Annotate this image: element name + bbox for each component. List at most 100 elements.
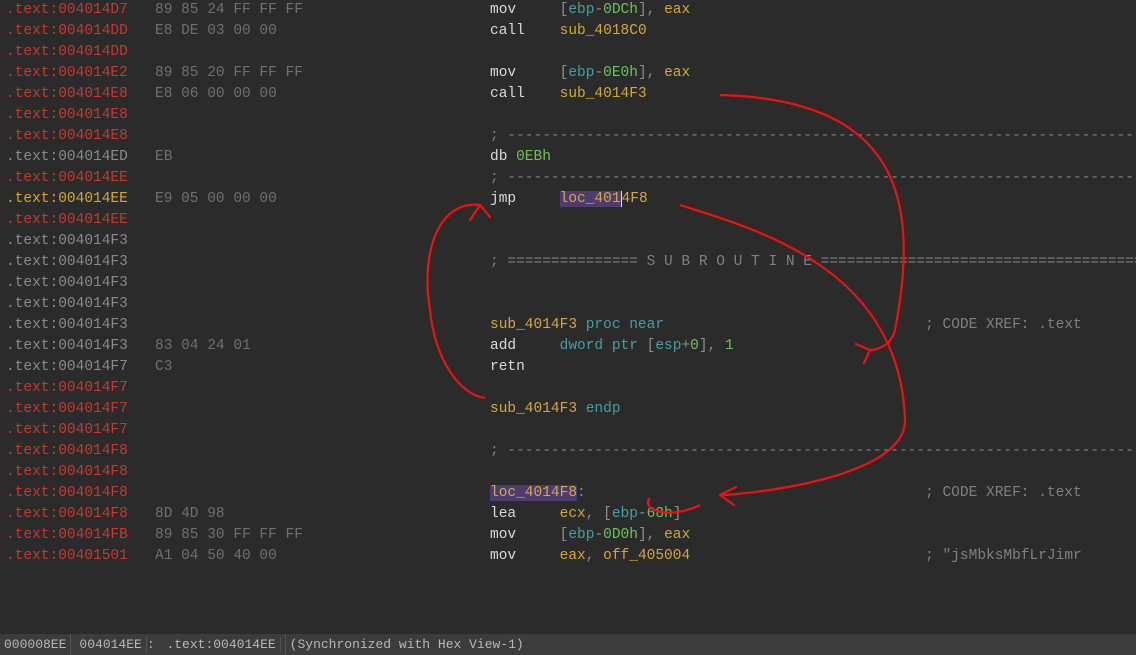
- bytes-cell: [155, 231, 490, 252]
- bytes-cell: [155, 420, 490, 441]
- disasm-row[interactable]: .text:004014DD: [0, 42, 1136, 63]
- addr-cell: .text:004014F7: [0, 357, 155, 378]
- disasm-row[interactable]: .text:004014F7: [0, 378, 1136, 399]
- code-cell: mov [ebp-0E0h], eax: [490, 63, 1136, 84]
- bytes-cell: [155, 105, 490, 126]
- addr-cell: .text:004014F3: [0, 336, 155, 357]
- addr-cell: .text:004014DD: [0, 42, 155, 63]
- bytes-cell: 89 85 20 FF FF FF: [155, 63, 490, 84]
- addr-cell: .text:004014F3: [0, 252, 155, 273]
- code-cell: [490, 462, 1136, 483]
- code-cell: ; --------------------------------------…: [490, 168, 1136, 189]
- disasm-row[interactable]: .text:004014FB89 85 30 FF FF FFmov [ebp-…: [0, 525, 1136, 546]
- disasm-row[interactable]: .text:004014F8: [0, 462, 1136, 483]
- disasm-row[interactable]: .text:004014F3 ; =============== S U B R …: [0, 252, 1136, 273]
- disasm-row[interactable]: .text:004014F383 04 24 01add dword ptr […: [0, 336, 1136, 357]
- bytes-cell: 89 85 30 FF FF FF: [155, 525, 490, 546]
- xref-comment: ; "jsMbksMbfLrJimr: [925, 548, 1082, 564]
- code-cell: ; --------------------------------------…: [490, 441, 1136, 462]
- code-cell: mov eax, off_405004 ; "jsMbksMbfLrJimr: [490, 546, 1136, 567]
- disasm-row[interactable]: .text:004014D789 85 24 FF FF FFmov [ebp-…: [0, 0, 1136, 21]
- status-addr: 004014EE: .text:004014EE: [71, 634, 285, 655]
- disasm-row[interactable]: .text:004014DDE8 DE 03 00 00call sub_401…: [0, 21, 1136, 42]
- addr-cell: .text:004014F3: [0, 294, 155, 315]
- bytes-cell: [155, 462, 490, 483]
- bytes-cell: C3: [155, 357, 490, 378]
- bytes-cell: [155, 294, 490, 315]
- code-cell: loc_4014F8: ; CODE XREF: .text: [490, 483, 1136, 504]
- addr-cell: .text:004014FB: [0, 525, 155, 546]
- code-cell: jmp loc_4014F8: [490, 189, 1136, 210]
- code-cell: call sub_4018C0: [490, 21, 1136, 42]
- code-cell: call sub_4014F3: [490, 84, 1136, 105]
- code-cell: db 0EBh: [490, 147, 1136, 168]
- code-cell: mov [ebp-0DCh], eax: [490, 0, 1136, 21]
- code-cell: [490, 105, 1136, 126]
- addr-cell: .text:00401501: [0, 546, 155, 567]
- addr-cell: .text:004014DD: [0, 21, 155, 42]
- addr-cell: .text:004014EE: [0, 189, 155, 210]
- addr-cell: .text:004014E2: [0, 63, 155, 84]
- disasm-row[interactable]: .text:004014F8 ; ------------------------…: [0, 441, 1136, 462]
- disasm-row[interactable]: .text:004014E8: [0, 105, 1136, 126]
- disasm-row[interactable]: .text:004014F8loc_4014F8: ; CODE XREF: .…: [0, 483, 1136, 504]
- code-cell: add dword ptr [esp+0], 1: [490, 336, 1136, 357]
- addr-cell: .text:004014ED: [0, 147, 155, 168]
- bytes-cell: [155, 315, 490, 336]
- bytes-cell: A1 04 50 40 00: [155, 546, 490, 567]
- bytes-cell: [155, 252, 490, 273]
- bytes-cell: [155, 168, 490, 189]
- code-cell: [490, 294, 1136, 315]
- disasm-row[interactable]: .text:004014F7C3retn: [0, 357, 1136, 378]
- code-cell: [490, 420, 1136, 441]
- bytes-cell: 8D 4D 98: [155, 504, 490, 525]
- bytes-cell: [155, 399, 490, 420]
- bytes-cell: [155, 483, 490, 504]
- addr-cell: .text:004014F8: [0, 462, 155, 483]
- addr-cell: .text:004014F3: [0, 231, 155, 252]
- status-offset: 000008EE: [0, 634, 71, 655]
- disasm-row[interactable]: .text:004014F3: [0, 294, 1136, 315]
- disassembly-view[interactable]: .text:004014D789 85 24 FF FF FFmov [ebp-…: [0, 0, 1136, 634]
- code-cell: sub_4014F3 proc near ; CODE XREF: .text: [490, 315, 1136, 336]
- code-cell: [490, 42, 1136, 63]
- addr-cell: .text:004014F3: [0, 273, 155, 294]
- code-cell: sub_4014F3 endp: [490, 399, 1136, 420]
- disasm-row[interactable]: .text:004014EE: [0, 210, 1136, 231]
- disasm-row[interactable]: .text:004014E8E8 06 00 00 00call sub_401…: [0, 84, 1136, 105]
- disasm-row[interactable]: .text:004014E289 85 20 FF FF FFmov [ebp-…: [0, 63, 1136, 84]
- bytes-cell: 89 85 24 FF FF FF: [155, 0, 490, 21]
- disasm-row[interactable]: .text:004014F3: [0, 273, 1136, 294]
- disasm-row[interactable]: .text:004014F88D 4D 98lea ecx, [ebp-68h]: [0, 504, 1136, 525]
- bytes-cell: [155, 441, 490, 462]
- bytes-cell: E8 DE 03 00 00: [155, 21, 490, 42]
- disasm-row[interactable]: .text:00401501A1 04 50 40 00mov eax, off…: [0, 546, 1136, 567]
- addr-cell: .text:004014F7: [0, 399, 155, 420]
- bytes-cell: 83 04 24 01: [155, 336, 490, 357]
- bytes-cell: [155, 210, 490, 231]
- disasm-row[interactable]: .text:004014E8; ------------------------…: [0, 126, 1136, 147]
- disasm-row[interactable]: .text:004014F3 sub_4014F3 proc near ; COD…: [0, 315, 1136, 336]
- addr-cell: .text:004014F8: [0, 441, 155, 462]
- bytes-cell: [155, 378, 490, 399]
- code-cell: mov [ebp-0D0h], eax: [490, 525, 1136, 546]
- disasm-row[interactable]: .text:004014F7: [0, 420, 1136, 441]
- code-cell: ; =============== S U B R O U T I N E ==…: [490, 252, 1136, 273]
- bytes-cell: [155, 42, 490, 63]
- bytes-cell: E8 06 00 00 00: [155, 84, 490, 105]
- bytes-cell: E9 05 00 00 00: [155, 189, 490, 210]
- xref-comment: ; CODE XREF: .text: [925, 485, 1082, 501]
- disasm-row[interactable]: .text:004014F7 sub_4014F3 endp: [0, 399, 1136, 420]
- disasm-row[interactable]: .text:004014F3: [0, 231, 1136, 252]
- bytes-cell: [155, 273, 490, 294]
- code-cell: [490, 231, 1136, 252]
- code-cell: [490, 273, 1136, 294]
- status-sync: (Synchronized with Hex View-1): [286, 634, 528, 655]
- disasm-row[interactable]: .text:004014EE; ------------------------…: [0, 168, 1136, 189]
- code-cell: retn: [490, 357, 1136, 378]
- disasm-row[interactable]: .text:004014EDEBdb 0EBh: [0, 147, 1136, 168]
- disasm-row[interactable]: .text:004014EEE9 05 00 00 00jmp loc_4014…: [0, 189, 1136, 210]
- addr-cell: .text:004014F3: [0, 315, 155, 336]
- bytes-cell: [155, 126, 490, 147]
- addr-cell: .text:004014D7: [0, 0, 155, 21]
